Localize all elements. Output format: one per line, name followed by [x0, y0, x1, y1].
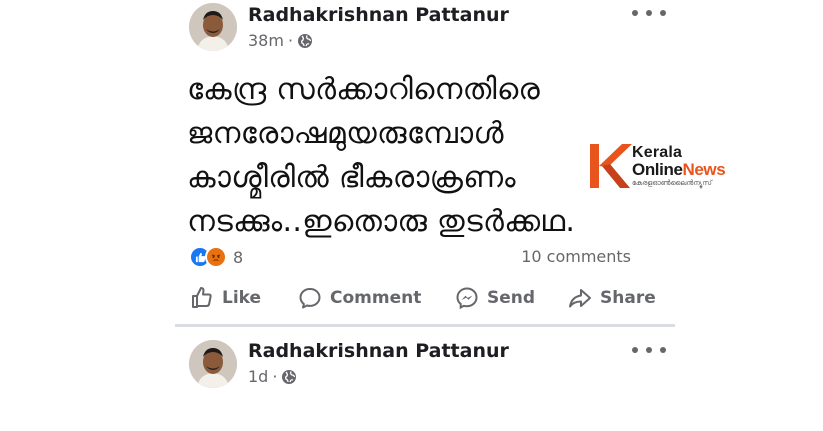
like-icon — [192, 287, 212, 308]
logo-online-word: Online — [632, 160, 683, 179]
author-name[interactable]: Radhakrishnan Pattanur — [248, 4, 509, 26]
post-time[interactable]: 1d — [248, 367, 268, 386]
like-label: Like — [222, 288, 262, 308]
share-icon — [569, 289, 591, 308]
post-time[interactable]: 38m — [248, 31, 284, 50]
reactions-summary[interactable]: 8 — [189, 246, 243, 268]
share-label: Share — [600, 288, 656, 308]
meta-separator: · — [287, 31, 294, 50]
logo-subtitle: കേരളഓൺലൈൻന്യൂസ് — [632, 179, 712, 187]
post-text: കേന്ദ്ര സർക്കാറിനെതിരെ ജനരോഷമുയരുമ്പോൾ ക… — [187, 68, 657, 244]
logo-k-mark — [590, 144, 632, 188]
angry-reaction-icon — [205, 246, 227, 268]
logo-news-word: News — [682, 160, 726, 179]
reaction-count: 8 — [233, 247, 244, 267]
globe-icon — [298, 33, 313, 48]
comment-icon — [299, 288, 321, 309]
more-options-icon[interactable] — [632, 342, 666, 358]
post-text-line: ജനരോഷമുയരുമ്പോൾ — [187, 116, 504, 151]
post-meta: 38m · — [248, 31, 313, 50]
globe-icon — [282, 369, 297, 384]
post-text-line: നടക്കും..ഇതൊരു തുടർക്കഥ. — [187, 204, 576, 239]
avatar-image — [189, 340, 237, 388]
action-bar: Like Comment Send Share — [190, 286, 660, 314]
like-button[interactable]: Like — [190, 286, 261, 310]
messenger-icon — [456, 287, 478, 310]
comments-count[interactable]: 10 comments — [521, 247, 631, 266]
kerala-online-news-logo: Kerala OnlineNews കേരളഓൺലൈൻന്യൂസ് — [588, 142, 748, 190]
avatar-image — [189, 3, 237, 51]
share-button[interactable]: Share — [568, 286, 656, 310]
post-text-line: കേന്ദ്ര സർക്കാറിനെതിരെ — [187, 72, 541, 107]
meta-separator: · — [272, 367, 278, 386]
avatar[interactable] — [189, 340, 237, 388]
post-text-line: കാശ്മീരിൽ ഭീകരാക്രണം — [187, 160, 516, 195]
author-name[interactable]: Radhakrishnan Pattanur — [248, 340, 509, 362]
comment-label: Comment — [330, 288, 422, 308]
avatar[interactable] — [189, 3, 237, 51]
post-divider — [175, 324, 675, 327]
logo-online-text: OnlineNews — [632, 160, 726, 180]
send-label: Send — [487, 288, 536, 308]
more-options-icon[interactable] — [632, 5, 666, 21]
send-button[interactable]: Send — [455, 286, 535, 310]
post-meta: 1d · — [248, 367, 297, 386]
comment-button[interactable]: Comment — [298, 286, 421, 310]
